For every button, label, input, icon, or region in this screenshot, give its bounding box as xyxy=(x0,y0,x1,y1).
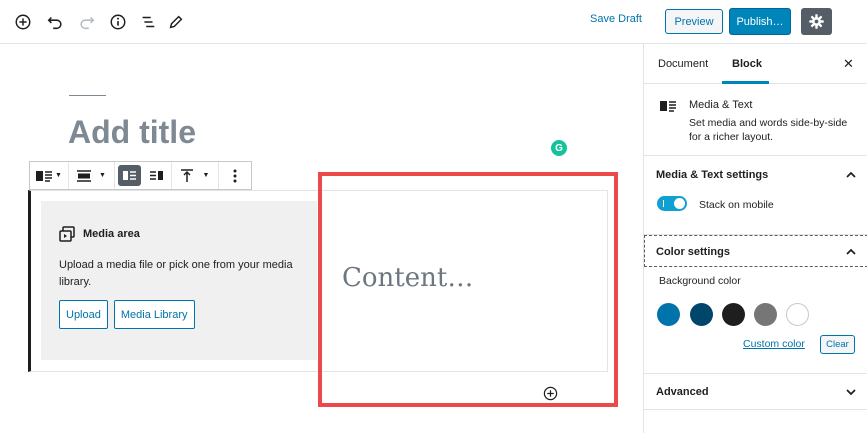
upload-button[interactable]: Upload xyxy=(59,300,108,329)
highlight-box xyxy=(318,172,618,407)
undo-icon[interactable] xyxy=(43,10,67,34)
redo-icon[interactable] xyxy=(75,10,99,34)
vertical-align-button[interactable]: ▼ xyxy=(172,162,219,189)
media-area-header: Media area xyxy=(59,226,140,242)
block-toolbar: ▼ ▼ ▼ xyxy=(29,161,252,190)
add-block-icon[interactable] xyxy=(11,10,35,34)
sidebar-tabs: Document Block ✕ xyxy=(644,44,867,84)
grammarly-icon[interactable]: G xyxy=(551,140,567,156)
block-card-title: Media & Text xyxy=(689,99,753,111)
color-swatch-blue[interactable] xyxy=(657,303,680,326)
settings-sidebar: Document Block ✕ Media & Text Set media … xyxy=(643,44,867,433)
title-divider xyxy=(69,95,106,96)
tab-document[interactable]: Document xyxy=(658,58,708,70)
media-left-icon xyxy=(123,171,136,180)
block-card: Media & Text Set media and words side-by… xyxy=(644,84,867,156)
media-right-icon xyxy=(150,171,163,180)
media-position-group xyxy=(115,162,172,189)
block-card-description: Set media and words side-by-side for a r… xyxy=(689,117,848,143)
color-swatch-dark-blue[interactable] xyxy=(690,303,713,326)
color-swatch-gray[interactable] xyxy=(754,303,777,326)
custom-color-link[interactable]: Custom color xyxy=(743,338,805,350)
panel-title-media-text-settings[interactable]: Media & Text settings xyxy=(656,169,768,181)
chevron-up-icon[interactable] xyxy=(845,246,857,258)
align-button[interactable]: ▼ xyxy=(69,162,115,189)
preview-button[interactable]: Preview xyxy=(665,9,723,34)
panel-title-advanced[interactable]: Advanced xyxy=(656,386,709,398)
color-swatch-black[interactable] xyxy=(722,303,745,326)
block-switcher-button[interactable]: ▼ xyxy=(30,162,69,189)
media-library-button[interactable]: Media Library xyxy=(113,300,195,329)
close-icon[interactable]: ✕ xyxy=(843,56,854,72)
save-draft-button[interactable]: Save Draft xyxy=(590,13,642,25)
align-wide-icon xyxy=(77,169,92,182)
chevron-up-icon[interactable] xyxy=(845,169,857,181)
info-icon[interactable] xyxy=(106,10,130,34)
settings-button[interactable] xyxy=(801,8,832,35)
gear-icon xyxy=(809,14,824,29)
more-options-button[interactable] xyxy=(219,162,251,189)
panel-title-color-settings[interactable]: Color settings xyxy=(656,246,730,258)
media-area-description: Upload a media file or pick one from you… xyxy=(59,259,293,288)
media-text-icon xyxy=(660,101,676,112)
block-navigation-icon[interactable] xyxy=(136,10,160,34)
media-right-button[interactable] xyxy=(145,165,168,186)
stack-on-mobile-toggle[interactable] xyxy=(657,196,687,211)
chevron-down-icon[interactable] xyxy=(845,386,857,398)
media-left-button[interactable] xyxy=(118,165,141,186)
top-toolbar: Save Draft Preview Publish… xyxy=(0,0,867,44)
publish-button[interactable]: Publish… xyxy=(729,8,791,35)
media-area-label: Media area xyxy=(83,228,140,240)
align-top-icon xyxy=(180,169,193,182)
media-text-icon xyxy=(36,170,53,182)
media-icon xyxy=(59,226,75,242)
clear-color-button[interactable]: Clear xyxy=(820,335,855,354)
advanced-panel[interactable]: Advanced xyxy=(644,373,867,410)
more-vertical-icon xyxy=(233,169,237,182)
media-area-placeholder: Media area Upload a media file or pick o… xyxy=(41,201,317,360)
media-buttons: Upload Media Library xyxy=(59,300,195,329)
tab-block[interactable]: Block xyxy=(732,58,762,70)
post-title-input[interactable]: Add title xyxy=(68,114,196,151)
edit-icon[interactable] xyxy=(164,10,188,34)
inline-add-block-icon[interactable] xyxy=(543,386,558,401)
color-swatch-white[interactable] xyxy=(786,303,809,326)
stack-on-mobile-label: Stack on mobile xyxy=(699,199,774,211)
background-color-label: Background color xyxy=(659,275,741,287)
